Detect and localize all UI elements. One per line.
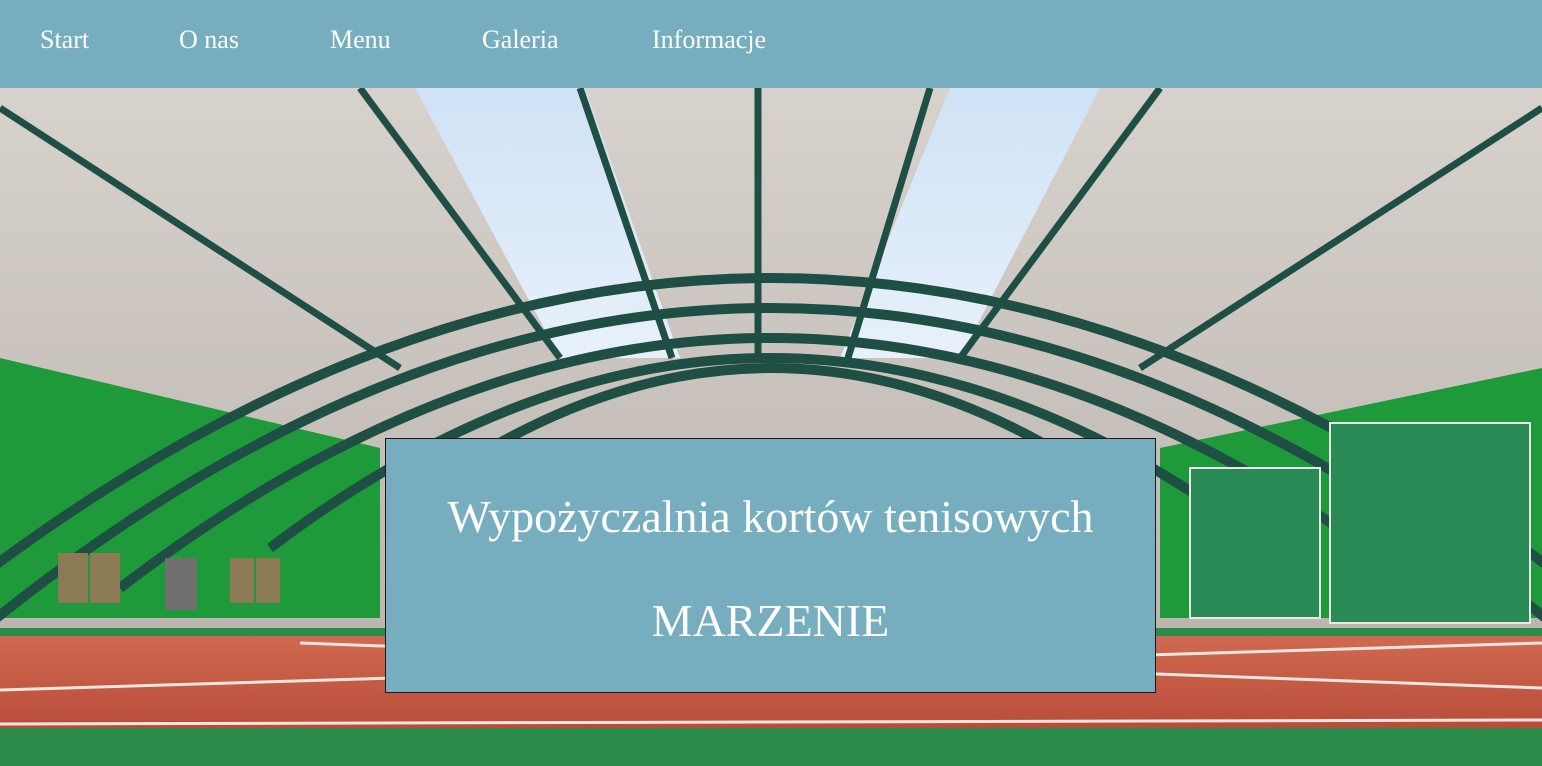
- nav-item-menu[interactable]: Menu: [330, 22, 391, 58]
- nav-item-o-nas[interactable]: O nas: [179, 22, 239, 58]
- hero-title: Wypożyczalnia kortów tenisowych: [447, 491, 1094, 542]
- nav-item-galeria[interactable]: Galeria: [482, 22, 559, 58]
- nav-item-start[interactable]: Start: [40, 22, 89, 58]
- title-box: Wypożyczalnia kortów tenisowych MARZENIE: [385, 438, 1156, 693]
- top-navigation: Start O nas Menu Galeria Informacje: [0, 0, 1542, 88]
- hero-section: Wypożyczalnia kortów tenisowych MARZENIE: [0, 88, 1542, 766]
- hero-name: MARZENIE: [651, 595, 890, 646]
- nav-item-informacje[interactable]: Informacje: [652, 22, 766, 58]
